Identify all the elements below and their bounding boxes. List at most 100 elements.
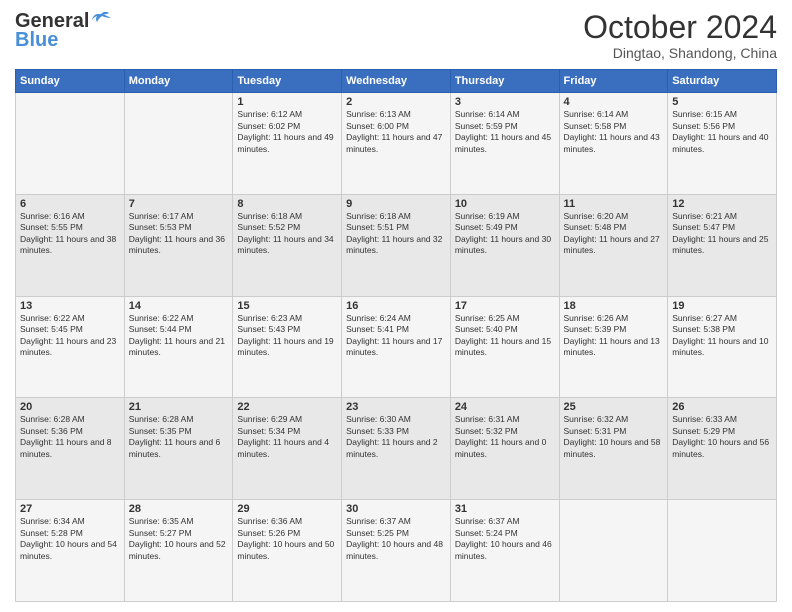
day-number: 29: [237, 503, 337, 515]
day-number: 30: [346, 503, 446, 515]
day-of-week-header: Sunday: [16, 70, 125, 93]
calendar-day-cell: [124, 93, 233, 195]
day-info: Sunrise: 6:26 AMSunset: 5:39 PMDaylight:…: [564, 313, 664, 359]
day-info: Sunrise: 6:18 AMSunset: 5:52 PMDaylight:…: [237, 211, 337, 257]
day-info: Sunrise: 6:17 AMSunset: 5:53 PMDaylight:…: [129, 211, 229, 257]
calendar-day-cell: 17Sunrise: 6:25 AMSunset: 5:40 PMDayligh…: [450, 296, 559, 398]
page: General Blue October 2024 Dingtao, Shand…: [0, 0, 792, 612]
day-info: Sunrise: 6:20 AMSunset: 5:48 PMDaylight:…: [564, 211, 664, 257]
calendar-day-cell: 6Sunrise: 6:16 AMSunset: 5:55 PMDaylight…: [16, 194, 125, 296]
calendar-day-cell: 12Sunrise: 6:21 AMSunset: 5:47 PMDayligh…: [668, 194, 777, 296]
day-info: Sunrise: 6:14 AMSunset: 5:59 PMDaylight:…: [455, 109, 555, 155]
calendar-day-cell: 24Sunrise: 6:31 AMSunset: 5:32 PMDayligh…: [450, 398, 559, 500]
day-number: 9: [346, 198, 446, 210]
day-number: 2: [346, 96, 446, 108]
day-number: 3: [455, 96, 555, 108]
day-number: 23: [346, 401, 446, 413]
calendar-day-cell: 21Sunrise: 6:28 AMSunset: 5:35 PMDayligh…: [124, 398, 233, 500]
day-info: Sunrise: 6:28 AMSunset: 5:35 PMDaylight:…: [129, 414, 229, 460]
day-info: Sunrise: 6:23 AMSunset: 5:43 PMDaylight:…: [237, 313, 337, 359]
day-info: Sunrise: 6:19 AMSunset: 5:49 PMDaylight:…: [455, 211, 555, 257]
calendar-day-cell: [16, 93, 125, 195]
day-info: Sunrise: 6:28 AMSunset: 5:36 PMDaylight:…: [20, 414, 120, 460]
calendar-day-cell: 29Sunrise: 6:36 AMSunset: 5:26 PMDayligh…: [233, 500, 342, 602]
calendar-day-cell: 20Sunrise: 6:28 AMSunset: 5:36 PMDayligh…: [16, 398, 125, 500]
day-info: Sunrise: 6:34 AMSunset: 5:28 PMDaylight:…: [20, 516, 120, 562]
calendar-day-cell: 28Sunrise: 6:35 AMSunset: 5:27 PMDayligh…: [124, 500, 233, 602]
calendar-body: 1Sunrise: 6:12 AMSunset: 6:02 PMDaylight…: [16, 93, 777, 602]
day-info: Sunrise: 6:24 AMSunset: 5:41 PMDaylight:…: [346, 313, 446, 359]
day-number: 1: [237, 96, 337, 108]
day-info: Sunrise: 6:16 AMSunset: 5:55 PMDaylight:…: [20, 211, 120, 257]
calendar-day-cell: 26Sunrise: 6:33 AMSunset: 5:29 PMDayligh…: [668, 398, 777, 500]
day-number: 8: [237, 198, 337, 210]
day-info: Sunrise: 6:13 AMSunset: 6:00 PMDaylight:…: [346, 109, 446, 155]
day-info: Sunrise: 6:18 AMSunset: 5:51 PMDaylight:…: [346, 211, 446, 257]
month-title: October 2024: [583, 10, 777, 45]
day-number: 12: [672, 198, 772, 210]
logo: General Blue: [15, 10, 113, 52]
day-number: 15: [237, 300, 337, 312]
calendar-day-cell: 5Sunrise: 6:15 AMSunset: 5:56 PMDaylight…: [668, 93, 777, 195]
day-number: 17: [455, 300, 555, 312]
calendar-day-cell: 19Sunrise: 6:27 AMSunset: 5:38 PMDayligh…: [668, 296, 777, 398]
day-info: Sunrise: 6:37 AMSunset: 5:24 PMDaylight:…: [455, 516, 555, 562]
day-number: 5: [672, 96, 772, 108]
day-info: Sunrise: 6:15 AMSunset: 5:56 PMDaylight:…: [672, 109, 772, 155]
header-row: SundayMondayTuesdayWednesdayThursdayFrid…: [16, 70, 777, 93]
day-number: 18: [564, 300, 664, 312]
calendar-day-cell: 9Sunrise: 6:18 AMSunset: 5:51 PMDaylight…: [342, 194, 451, 296]
day-number: 4: [564, 96, 664, 108]
day-number: 20: [20, 401, 120, 413]
day-info: Sunrise: 6:29 AMSunset: 5:34 PMDaylight:…: [237, 414, 337, 460]
calendar-week-row: 20Sunrise: 6:28 AMSunset: 5:36 PMDayligh…: [16, 398, 777, 500]
calendar-day-cell: 15Sunrise: 6:23 AMSunset: 5:43 PMDayligh…: [233, 296, 342, 398]
day-info: Sunrise: 6:32 AMSunset: 5:31 PMDaylight:…: [564, 414, 664, 460]
day-number: 28: [129, 503, 229, 515]
calendar-week-row: 27Sunrise: 6:34 AMSunset: 5:28 PMDayligh…: [16, 500, 777, 602]
logo-bird-icon: [91, 12, 113, 28]
day-number: 26: [672, 401, 772, 413]
day-number: 31: [455, 503, 555, 515]
day-number: 13: [20, 300, 120, 312]
calendar-header: SundayMondayTuesdayWednesdayThursdayFrid…: [16, 70, 777, 93]
day-info: Sunrise: 6:22 AMSunset: 5:44 PMDaylight:…: [129, 313, 229, 359]
day-number: 21: [129, 401, 229, 413]
day-info: Sunrise: 6:27 AMSunset: 5:38 PMDaylight:…: [672, 313, 772, 359]
calendar-week-row: 13Sunrise: 6:22 AMSunset: 5:45 PMDayligh…: [16, 296, 777, 398]
calendar-day-cell: 30Sunrise: 6:37 AMSunset: 5:25 PMDayligh…: [342, 500, 451, 602]
day-info: Sunrise: 6:35 AMSunset: 5:27 PMDaylight:…: [129, 516, 229, 562]
calendar-day-cell: 13Sunrise: 6:22 AMSunset: 5:45 PMDayligh…: [16, 296, 125, 398]
calendar-week-row: 1Sunrise: 6:12 AMSunset: 6:02 PMDaylight…: [16, 93, 777, 195]
day-number: 6: [20, 198, 120, 210]
day-number: 19: [672, 300, 772, 312]
calendar-day-cell: 8Sunrise: 6:18 AMSunset: 5:52 PMDaylight…: [233, 194, 342, 296]
day-number: 27: [20, 503, 120, 515]
logo-blue-text: Blue: [15, 29, 58, 52]
day-of-week-header: Friday: [559, 70, 668, 93]
calendar-table: SundayMondayTuesdayWednesdayThursdayFrid…: [15, 69, 777, 602]
day-number: 22: [237, 401, 337, 413]
calendar-day-cell: 22Sunrise: 6:29 AMSunset: 5:34 PMDayligh…: [233, 398, 342, 500]
day-number: 24: [455, 401, 555, 413]
calendar-day-cell: 16Sunrise: 6:24 AMSunset: 5:41 PMDayligh…: [342, 296, 451, 398]
calendar-day-cell: 4Sunrise: 6:14 AMSunset: 5:58 PMDaylight…: [559, 93, 668, 195]
day-of-week-header: Monday: [124, 70, 233, 93]
day-number: 14: [129, 300, 229, 312]
day-info: Sunrise: 6:36 AMSunset: 5:26 PMDaylight:…: [237, 516, 337, 562]
day-number: 11: [564, 198, 664, 210]
day-info: Sunrise: 6:37 AMSunset: 5:25 PMDaylight:…: [346, 516, 446, 562]
day-info: Sunrise: 6:22 AMSunset: 5:45 PMDaylight:…: [20, 313, 120, 359]
calendar-day-cell: 23Sunrise: 6:30 AMSunset: 5:33 PMDayligh…: [342, 398, 451, 500]
calendar-day-cell: 1Sunrise: 6:12 AMSunset: 6:02 PMDaylight…: [233, 93, 342, 195]
calendar-day-cell: 14Sunrise: 6:22 AMSunset: 5:44 PMDayligh…: [124, 296, 233, 398]
title-section: October 2024 Dingtao, Shandong, China: [583, 10, 777, 61]
calendar-day-cell: 2Sunrise: 6:13 AMSunset: 6:00 PMDaylight…: [342, 93, 451, 195]
calendar-day-cell: 31Sunrise: 6:37 AMSunset: 5:24 PMDayligh…: [450, 500, 559, 602]
calendar-day-cell: 3Sunrise: 6:14 AMSunset: 5:59 PMDaylight…: [450, 93, 559, 195]
calendar-day-cell: 25Sunrise: 6:32 AMSunset: 5:31 PMDayligh…: [559, 398, 668, 500]
day-info: Sunrise: 6:31 AMSunset: 5:32 PMDaylight:…: [455, 414, 555, 460]
calendar-day-cell: 11Sunrise: 6:20 AMSunset: 5:48 PMDayligh…: [559, 194, 668, 296]
day-of-week-header: Thursday: [450, 70, 559, 93]
day-info: Sunrise: 6:21 AMSunset: 5:47 PMDaylight:…: [672, 211, 772, 257]
